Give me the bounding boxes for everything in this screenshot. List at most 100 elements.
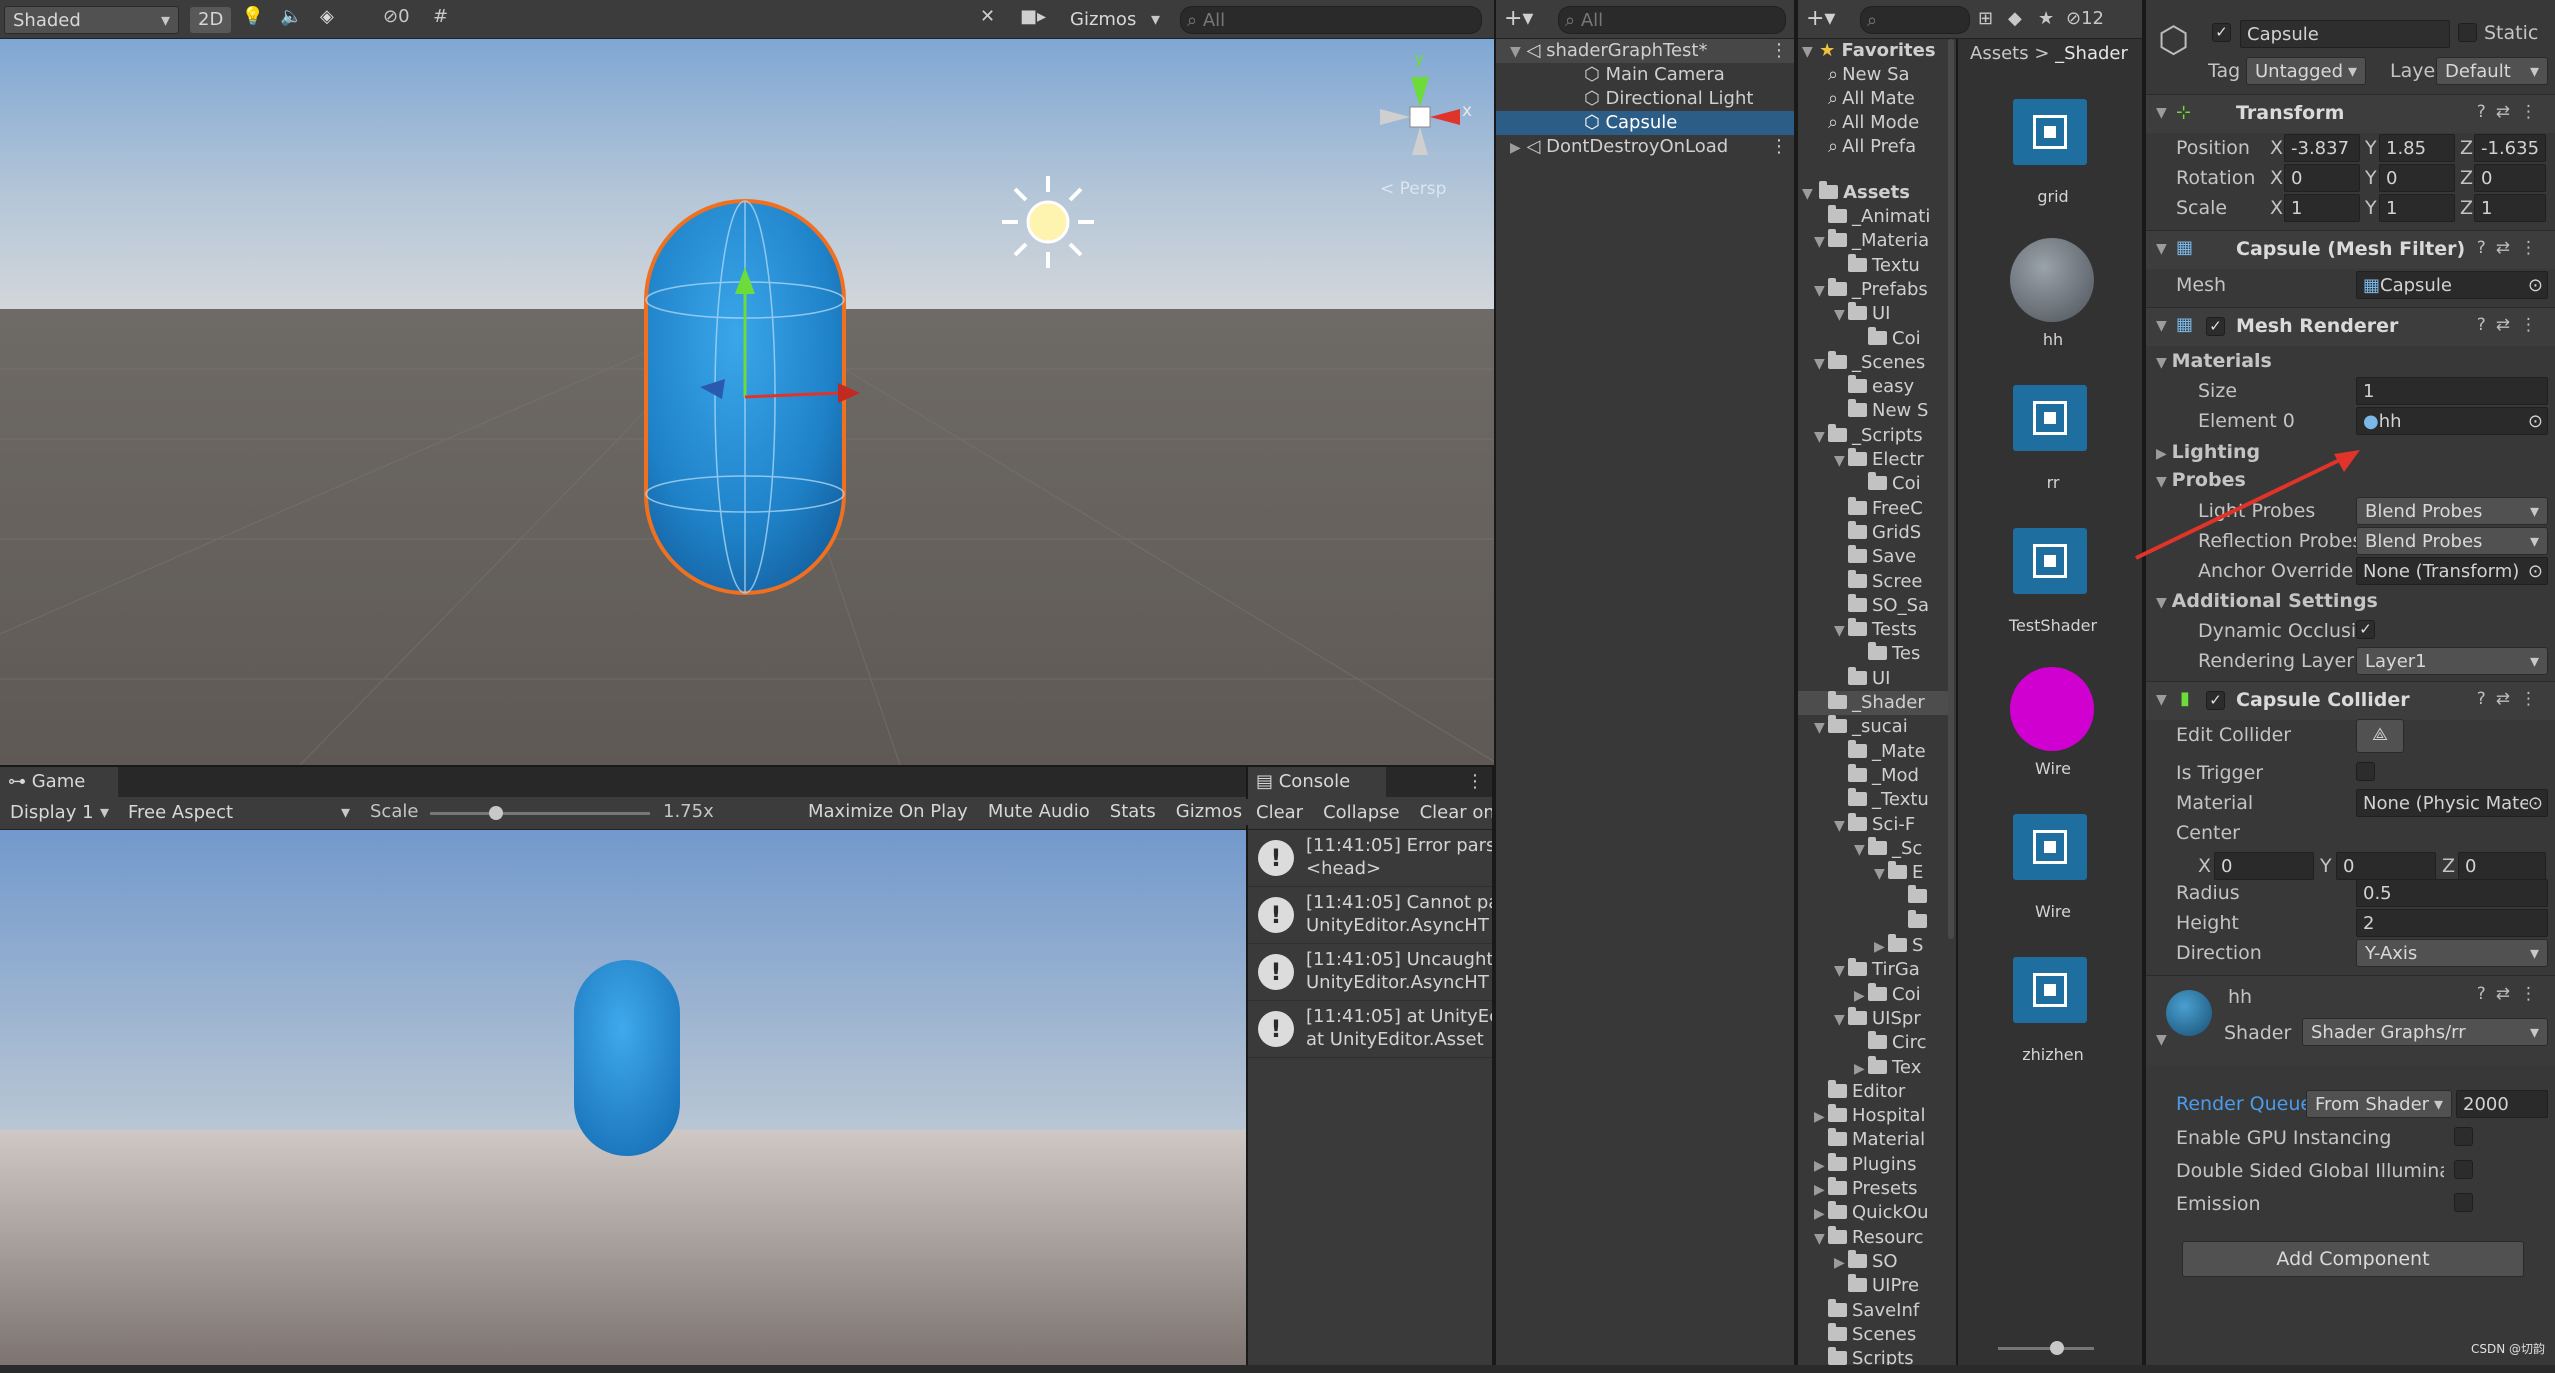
expand-arrow-icon[interactable]: ▼ [2156,105,2167,121]
expand-arrow-icon[interactable]: ▼ [1510,44,1521,60]
position-y-field[interactable]: 1.85 [2379,134,2455,162]
center-x-field[interactable]: 0 [2214,852,2314,880]
rotation-x-field[interactable]: 0 [2284,164,2360,192]
icon-size-slider[interactable] [1998,1341,2094,1355]
project-folder-item[interactable]: easy [1798,375,1948,399]
expand-arrow-icon[interactable]: ▼ [1834,959,1848,983]
object-picker-icon[interactable]: ⊙ [2528,272,2543,298]
material-sphere-icon[interactable] [2010,667,2094,751]
hierarchy-search-input[interactable]: ⌕ All [1558,6,1786,34]
expand-arrow-icon[interactable]: ▼ [1814,279,1828,303]
is-trigger-checkbox[interactable] [2356,762,2375,781]
console-collapse-button[interactable]: Collapse [1315,800,1408,826]
console-row[interactable]: ! [11:41:05] Cannot par UnityEditor.Async… [1248,887,1492,944]
rotation-y-field[interactable]: 0 [2379,164,2455,192]
create-asset-button[interactable]: +▾ [1806,6,1835,31]
light-probes-dropdown[interactable]: Blend Probes [2356,497,2548,525]
expand-arrow-icon[interactable]: ▶ [1814,1105,1828,1129]
hidden-packages-icon[interactable]: ⊘12 [2066,8,2104,29]
add-component-button[interactable]: Add Component [2182,1241,2524,1277]
expand-arrow-icon[interactable]: ▶ [1834,1251,1848,1275]
kebab-menu-icon[interactable]: ⋮ [1770,39,1788,63]
project-asset-grid[interactable]: Assets > _Shader grid hh rr TestShader Wire W… [1958,39,2142,1365]
expand-arrow-icon[interactable]: ▶ [1854,984,1868,1008]
2d-toggle[interactable]: 2D [190,7,232,33]
project-folder-item[interactable]: ▼ _Prefabs [1798,277,1948,303]
mesh-renderer-enabled-checkbox[interactable]: ✓ [2206,317,2225,336]
expand-arrow-icon[interactable]: ▼ [1834,303,1848,327]
lighting-toggle-icon[interactable]: 💡 [240,6,266,32]
effects-toggle-icon[interactable]: ◈ [320,6,346,27]
console-clear-on-play-button[interactable]: Clear on [1411,800,1492,826]
camera-icon[interactable]: ■▸ [1020,6,1046,27]
height-field[interactable]: 2 [2356,909,2548,937]
favorites-row[interactable]: ▼ ★ Favorites [1802,39,1936,63]
mesh-field[interactable]: ▦Capsule ⊙ [2356,271,2548,299]
mesh-filter-header[interactable]: ▼ ▦ Capsule (Mesh Filter) ?⇄⋮ [2146,230,2555,269]
display-dropdown[interactable]: Display 1 [2,799,117,827]
layer-dropdown[interactable]: Default [2436,57,2548,85]
expand-arrow-icon[interactable]: ▼ [2156,1032,2167,1048]
project-folder-item[interactable]: ▶ Presets [1798,1177,1948,1201]
expand-arrow-icon[interactable]: ▼ [1814,425,1828,449]
shader-graph-icon[interactable] [2013,99,2087,165]
hierarchy-item-capsule[interactable]: ⬡ Capsule [1496,111,1794,135]
mesh-renderer-header[interactable]: ▼ ▦ ✓ Mesh Renderer ?⇄⋮ [2146,307,2555,346]
expand-arrow-icon[interactable]: ▼ [2156,241,2167,257]
shader-graph-icon[interactable] [2013,528,2087,594]
dontdestroy-scene-row[interactable]: ▶ ◁ DontDestroyOnLoad ⋮ [1496,135,1794,159]
render-queue-mode-dropdown[interactable]: From Shader [2306,1090,2452,1118]
double-sided-gi-checkbox[interactable] [2454,1160,2473,1179]
shader-dropdown[interactable]: Shader Graphs/rr [2302,1018,2548,1046]
project-folder-item[interactable]: ▶ Tex [1798,1055,1948,1081]
center-y-field[interactable]: 0 [2336,852,2436,880]
favorite-star-icon[interactable]: ★ [2038,8,2054,29]
project-folder-item[interactable]: Scenes [1798,1322,1948,1347]
direction-dropdown[interactable]: Y-Axis [2356,939,2548,967]
project-folder-item[interactable]: Material [1798,1128,1948,1152]
project-folder-item[interactable]: ▼ E [1798,861,1948,885]
project-folder-item[interactable]: ▼ Resourc [1798,1225,1948,1251]
object-picker-icon[interactable]: ⊙ [2528,408,2543,434]
project-folder-item[interactable]: ▼ UISpr [1798,1006,1948,1032]
grid-toggle-icon[interactable]: # [433,6,448,27]
expand-arrow-icon[interactable]: ▼ [1802,186,1813,202]
rotation-z-field[interactable]: 0 [2474,164,2546,192]
expand-arrow-icon[interactable]: ▼ [1814,716,1828,740]
expand-arrow-icon[interactable]: ▶ [1854,1057,1868,1081]
project-folder-item[interactable]: SaveInf [1798,1298,1948,1323]
shading-mode-dropdown[interactable]: Shaded [4,6,179,34]
project-folder-item[interactable]: ▼ _sucai [1798,715,1948,739]
collider-material-field[interactable]: None (Physic Mate ⊙ [2356,789,2548,817]
project-folder-item[interactable]: Coi [1798,326,1948,351]
hierarchy-panel[interactable]: ▼ ◁ shaderGraphTest* ⋮ ⬡ Main Camera ⬡ D… [1496,39,1794,1365]
project-folder-item[interactable]: ▼ UI [1798,302,1948,326]
tag-dropdown[interactable]: Untagged [2246,57,2366,85]
expand-arrow-icon[interactable]: ▶ [1814,1178,1828,1202]
hierarchy-item-directional-light[interactable]: ⬡ Directional Light [1496,87,1794,111]
project-folder-item[interactable]: ▼ _Scripts [1798,423,1948,449]
dynamic-occlusion-checkbox[interactable]: ✓ [2356,620,2375,639]
expand-arrow-icon[interactable]: ▶ [1874,935,1888,959]
materials-size-field[interactable]: 1 [2356,377,2548,405]
maximize-on-play-button[interactable]: Maximize On Play [800,799,976,825]
project-folder-item[interactable]: Circ [1798,1031,1948,1055]
project-folder-item[interactable]: ▼ Sci-F [1798,812,1948,837]
project-folder-item[interactable]: Save [1798,545,1948,569]
shader-graph-icon[interactable] [2013,385,2087,451]
component-menu-icons[interactable]: ?⇄⋮ [2477,689,2547,709]
hierarchy-item-main-camera[interactable]: ⬡ Main Camera [1496,63,1794,87]
favorite-item[interactable]: ⌕ All Prefa [1828,135,1916,159]
capsule-collider-enabled-checkbox[interactable]: ✓ [2206,691,2225,710]
favorite-item[interactable]: ⌕ All Mate [1828,87,1915,111]
project-folder-item[interactable]: ▼ TirGa [1798,958,1948,982]
project-folder-item[interactable]: ▶ QuickOu [1798,1201,1948,1225]
object-picker-icon[interactable]: ⊙ [2528,558,2543,584]
expand-arrow-icon[interactable]: ▼ [1834,1008,1848,1032]
scale-y-field[interactable]: 1 [2379,194,2455,222]
assets-root-row[interactable]: ▼ Assets [1802,181,1910,205]
project-folder-item[interactable]: _Animati [1798,205,1948,229]
expand-arrow-icon[interactable]: ▼ [1874,862,1888,886]
expand-arrow-icon[interactable]: ▼ [1814,1227,1828,1251]
project-folder-item[interactable]: ▶ SO [1798,1249,1948,1275]
